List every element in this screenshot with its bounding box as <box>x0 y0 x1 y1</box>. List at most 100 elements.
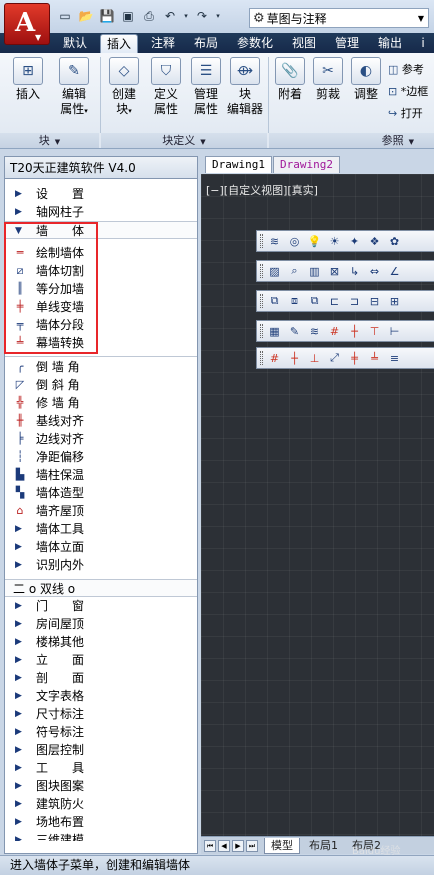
menu-item-fix-corner[interactable]: ╬ 修 墙 角 <box>5 394 197 412</box>
tab-manage[interactable]: 管理 <box>329 34 365 53</box>
menu-item-roof-align[interactable]: ⌂ 墙齐屋顶 <box>5 502 197 520</box>
array-icon[interactable]: ⊞ <box>386 293 403 310</box>
tab-output[interactable]: 输出 <box>372 34 408 53</box>
prev-tab-icon[interactable]: ◀ <box>218 840 230 852</box>
save-icon[interactable]: 💾 <box>98 8 116 24</box>
grid-icon[interactable]: ▦ <box>266 323 283 340</box>
first-tab-icon[interactable]: ⏮ <box>204 840 216 852</box>
insert-button[interactable]: ⊞ 插入 <box>8 57 48 102</box>
layout-tab-1[interactable]: 布局1 <box>303 838 344 854</box>
menu-item-stairs[interactable]: ▶ 楼梯其他 <box>5 633 197 651</box>
menu-item-room-roof[interactable]: ▶ 房间屋顶 <box>5 615 197 633</box>
undo-icon[interactable]: ↶ <box>161 8 179 24</box>
angle-icon[interactable]: ∠ <box>386 263 403 280</box>
edit-icon[interactable]: ✎ <box>286 323 303 340</box>
menu-item-block-pattern[interactable]: ▶ 图块图案 <box>5 777 197 795</box>
menu-item-wall[interactable]: ▼ 墙 体 <box>5 221 197 239</box>
node-icon[interactable]: ⊤ <box>366 323 383 340</box>
toolbar-grip[interactable] <box>260 234 263 248</box>
next-tab-icon[interactable]: ▶ <box>232 840 244 852</box>
split-icon[interactable]: ⊐ <box>346 293 363 310</box>
menu-item-divide-wall[interactable]: ║ 等分加墙 <box>5 280 197 298</box>
create-block-button[interactable]: ◇ 创建 块▾ <box>104 57 144 119</box>
grid-red-icon[interactable]: # <box>266 350 283 367</box>
settings-icon[interactable]: ✿ <box>386 233 403 250</box>
menu-item-double-line[interactable]: 二 o 双线 o <box>5 579 197 597</box>
axis-label-icon[interactable]: ⊢ <box>386 323 403 340</box>
layers-icon[interactable]: ≋ <box>306 323 323 340</box>
menu-item-symbol[interactable]: ▶ 符号标注 <box>5 723 197 741</box>
menu-item-identify-in-out[interactable]: ▶ 识别内外 <box>5 556 197 574</box>
grid-red-icon[interactable]: # <box>326 323 343 340</box>
print-icon[interactable]: ⎙ <box>140 8 158 24</box>
bulb-icon[interactable]: 💡 <box>306 233 323 250</box>
define-attribute-button[interactable]: ⛉ 定义 属性 <box>146 57 186 117</box>
layer-state-icon[interactable]: ◎ <box>286 233 303 250</box>
tab-annotate[interactable]: 注释 <box>145 34 181 53</box>
new-file-icon[interactable]: ▭ <box>56 8 74 24</box>
manage-attribute-button[interactable]: ☰ 管理 属性 <box>186 57 226 117</box>
menu-item-site-layout[interactable]: ▶ 场地布置 <box>5 813 197 831</box>
menu-item-offset[interactable]: ┆ 净距偏移 <box>5 448 197 466</box>
dimension-icon[interactable]: ⇔ <box>366 263 383 280</box>
chevron-down-icon[interactable]: ▼ <box>409 138 414 146</box>
menu-item-wall-segment[interactable]: ╤ 墙体分段 <box>5 316 197 334</box>
menu-item-axis-column[interactable]: ▶ 轴网柱子 <box>5 203 197 221</box>
menu-item-draw-wall[interactable]: ═ 绘制墙体 <box>5 244 197 262</box>
menu-item-chamfer-wall[interactable]: ◸ 倒 斜 角 <box>5 376 197 394</box>
menu-item-line-to-wall[interactable]: ╪ 单线变墙 <box>5 298 197 316</box>
layers-icon[interactable]: ≋ <box>266 233 283 250</box>
app-menu-button[interactable]: A ▼ <box>4 3 50 45</box>
merge-icon[interactable]: ⊏ <box>326 293 343 310</box>
zoom-icon[interactable]: ⌕ <box>286 263 303 280</box>
tab-layout[interactable]: 布局 <box>188 34 224 53</box>
menu-item-layer-control[interactable]: ▶ 图层控制 <box>5 741 197 759</box>
menu-item-wall-shape[interactable]: ▚ 墙体造型 <box>5 484 197 502</box>
align-icon[interactable]: ⊟ <box>366 293 383 310</box>
image-icon[interactable]: ▨ <box>266 263 283 280</box>
drawing-viewport[interactable]: [−][自定义视图][真实] ≋ ◎ 💡 ☀ ✦ ❖ ✿ ▨ ⌕ ▥ ⊠ ↳ ⇔… <box>201 174 434 836</box>
menu-item-text-table[interactable]: ▶ 文字表格 <box>5 687 197 705</box>
axis-icon[interactable]: ↳ <box>346 263 363 280</box>
menu-item-3d-modeling[interactable]: ▶ 三维建模 <box>5 831 197 841</box>
toolbar-grip[interactable] <box>260 264 263 278</box>
tab-view[interactable]: 视图 <box>286 34 322 53</box>
undo-dropdown-icon[interactable]: ▾ <box>182 8 190 24</box>
adjust-button[interactable]: ◐ 调整 <box>348 57 384 102</box>
insulation-icon[interactable]: ≡ <box>386 350 403 367</box>
layout-tab-model[interactable]: 模型 <box>264 838 300 854</box>
frame-button[interactable]: ⊡ *边框 <box>388 81 434 103</box>
menu-item-edge-align[interactable]: ╞ 边线对齐 <box>5 430 197 448</box>
menu-item-insulation[interactable]: ▙ 墙柱保温 <box>5 466 197 484</box>
overlap-icon[interactable]: ⧈ <box>286 293 303 310</box>
menu-item-section[interactable]: ▶ 剖 面 <box>5 669 197 687</box>
drawing-tab-1[interactable]: Drawing1 <box>205 156 272 173</box>
clip-button[interactable]: ✂ 剪裁 <box>310 57 346 102</box>
workspace-select[interactable]: ⚙ 草图与注释 ▼ <box>249 8 429 28</box>
frame-icon[interactable]: ⊠ <box>326 263 343 280</box>
toolbar-grip[interactable] <box>260 294 263 308</box>
tab-overflow[interactable]: i <box>415 34 431 53</box>
bulb-freeze-icon[interactable]: ☀ <box>326 233 343 250</box>
stack-icon[interactable]: ⧉ <box>306 293 323 310</box>
wall-node-icon[interactable]: ⊥ <box>306 350 323 367</box>
toolbar-grip[interactable] <box>260 351 263 365</box>
menu-item-curtain-wall[interactable]: ╧ 幕墙转换 <box>5 334 197 352</box>
save-as-icon[interactable]: ▣ <box>119 8 137 24</box>
menu-item-wall-tools[interactable]: ▶ 墙体工具 <box>5 520 197 538</box>
menu-item-settings[interactable]: ▶ 设 置 <box>5 185 197 203</box>
line-to-wall-icon[interactable]: ╪ <box>346 350 363 367</box>
layer-isolate-icon[interactable]: ❖ <box>366 233 383 250</box>
menu-item-doors-windows[interactable]: ▶ 门 窗 <box>5 597 197 615</box>
menu-item-fire-protection[interactable]: ▶ 建筑防火 <box>5 795 197 813</box>
column-icon[interactable]: ┼ <box>286 350 303 367</box>
open-reference-button[interactable]: ↪ 打开 <box>388 103 434 125</box>
wall-segment-icon[interactable]: ╧ <box>366 350 383 367</box>
chevron-down-icon[interactable]: ▼ <box>55 138 60 146</box>
tab-insert[interactable]: 插入 <box>100 34 138 53</box>
menu-item-wall-cut[interactable]: ⧄ 墙体切割 <box>5 262 197 280</box>
edit-attribute-button[interactable]: ✎ 编辑 属性▾ <box>52 57 96 119</box>
menu-item-baseline-align[interactable]: ╫ 基线对齐 <box>5 412 197 430</box>
menu-item-fillet-wall[interactable]: ╭ 倒 墙 角 <box>5 358 197 376</box>
redo-dropdown-icon[interactable]: ▾ <box>214 8 222 24</box>
